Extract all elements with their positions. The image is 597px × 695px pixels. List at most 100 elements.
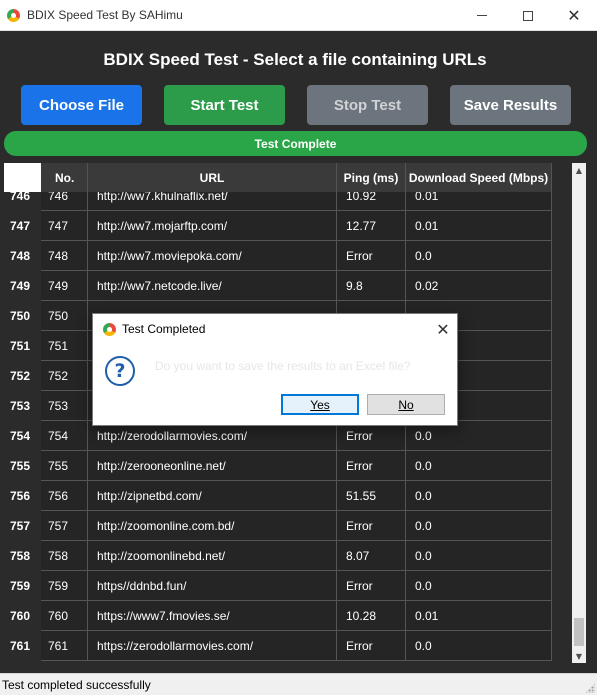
table-row[interactable]: 759 759 https//ddnbd.fun/Error 0.0 [4,571,552,601]
no-button[interactable]: No [367,394,445,415]
table-row[interactable]: 748 748 http://ww7.moviepoka.com/Error 0.0 [4,241,552,271]
cell-no: 758 [41,541,88,571]
table-row[interactable]: 746 746 http://ww7.khulnaflix.net/10.92 0.0… [4,192,552,211]
cell-no: 755 [41,451,88,481]
cell-speed: 0.0 [406,541,552,571]
cell-no: 760 [41,601,88,631]
page-title: BDIX Speed Test - Select a file containi… [103,50,487,69]
table-row[interactable]: 747 747 http://ww7.mojarftp.com/12.77 0.01 [4,211,552,241]
cell-ping: 9.8 [337,271,406,301]
cell-url: http://ww7.netcode.live/ [88,271,337,301]
yes-button[interactable]: Yes [281,394,359,415]
close-icon: ✕ [567,6,581,25]
no-button-label: No [398,397,414,412]
cell-no: 752 [41,361,88,391]
cell-speed: 0.0 [406,511,552,541]
column-header-ping[interactable]: Ping (ms) [337,163,406,192]
start-test-button[interactable]: Start Test [164,85,285,125]
cell-url: http://ww7.mojarftp.com/ [88,211,337,241]
vertical-scrollbar[interactable]: ▲ ▼ [572,163,586,663]
row-header: 761 [4,631,41,661]
status-text: Test completed successfully [2,678,151,692]
scroll-up-arrow-icon[interactable]: ▲ [572,163,586,177]
row-header: 751 [4,331,41,361]
cell-ping: Error [337,241,406,271]
cell-ping: Error [337,631,406,661]
row-header: 750 [4,301,41,331]
table-row[interactable]: 758 758 http://zoomonlinebd.net/8.07 0.0 [4,541,552,571]
table-row[interactable]: 749 749 http://ww7.netcode.live/9.8 0.02 [4,271,552,301]
save-results-button[interactable]: Save Results [450,85,571,125]
table-body: 746 746 http://ww7.khulnaflix.net/10.92 0.0… [4,192,572,663]
cell-ping: 10.28 [337,601,406,631]
row-header: 749 [4,271,41,301]
maximize-icon [523,10,533,21]
table-row[interactable]: 757 757 http://zoomonline.com.bd/Error 0.0 [4,511,552,541]
window-titlebar: BDIX Speed Test By SAHimu ✕ [0,0,597,31]
row-header: 758 [4,541,41,571]
cell-url: https//ddnbd.fun/ [88,571,337,601]
scroll-down-arrow-icon[interactable]: ▼ [572,649,586,663]
cell-speed: 0.01 [406,601,552,631]
row-header: 753 [4,391,41,421]
cell-speed: 0.0 [406,631,552,661]
minimize-icon [477,15,487,16]
row-header: 756 [4,481,41,511]
row-header: 760 [4,601,41,631]
cell-url: http://zoomonlinebd.net/ [88,541,337,571]
row-header: 752 [4,361,41,391]
cell-speed: 0.0 [406,481,552,511]
cell-ping: 12.77 [337,211,406,241]
stop-test-button[interactable]: Stop Test [307,85,428,125]
minimize-button[interactable] [459,0,505,31]
table-row[interactable]: 755 755 http://zerooneonline.net/Error 0.0 [4,451,552,481]
cell-ping: 8.07 [337,541,406,571]
row-header: 754 [4,421,41,451]
cell-ping: Error [337,571,406,601]
dialog-titlebar: Test Completed ✕ [93,314,457,344]
dialog-app-icon [103,323,116,336]
cell-no: 757 [41,511,88,541]
scroll-thumb[interactable] [574,618,584,646]
cell-url: https://www7.fmovies.se/ [88,601,337,631]
choose-file-button[interactable]: Choose File [21,85,142,125]
cell-speed: 0.02 [406,271,552,301]
dialog-title: Test Completed [122,322,206,336]
close-button[interactable]: ✕ [551,0,597,31]
cell-ping: Error [337,451,406,481]
cell-speed: 0.0 [406,451,552,481]
cell-url: http://ww7.moviepoka.com/ [88,241,337,271]
save-results-dialog: Test Completed ✕ ? Do you want to save t… [92,313,458,426]
row-header: 755 [4,451,41,481]
row-header: 757 [4,511,41,541]
cell-no: 746 [41,192,88,211]
table-row[interactable]: 756 756 http://zipnetbd.com/51.55 0.0 [4,481,552,511]
cell-url: http://zoomonline.com.bd/ [88,511,337,541]
maximize-button[interactable] [505,0,551,31]
table-row[interactable]: 761 761 https://zerodollarmovies.com/Error… [4,631,552,661]
cell-no: 750 [41,301,88,331]
dialog-close-button[interactable]: ✕ [433,319,453,339]
table-row[interactable]: 760 760 https://www7.fmovies.se/10.28 0.01 [4,601,552,631]
row-header: 748 [4,241,41,271]
cell-no: 749 [41,271,88,301]
row-header: 746 [4,192,41,211]
column-header-url[interactable]: URL [88,163,337,192]
cell-no: 759 [41,571,88,601]
cell-no: 754 [41,421,88,451]
window-title: BDIX Speed Test By SAHimu [27,8,183,22]
question-icon: ? [105,356,135,386]
row-header: 747 [4,211,41,241]
cell-no: 753 [41,391,88,421]
resize-grip-icon[interactable] [585,683,595,693]
progress-bar: Test Complete [4,131,587,156]
dialog-message: Do you want to save the results to an Ex… [155,359,411,373]
cell-speed: 0.01 [406,211,552,241]
cell-ping: Error [337,511,406,541]
cell-ping: 10.92 [337,192,406,211]
cell-no: 761 [41,631,88,661]
cell-url: https://zerodollarmovies.com/ [88,631,337,661]
column-header-no[interactable]: No. [41,163,88,192]
column-header-speed[interactable]: Download Speed (Mbps) [406,163,552,192]
table-corner [4,163,41,192]
